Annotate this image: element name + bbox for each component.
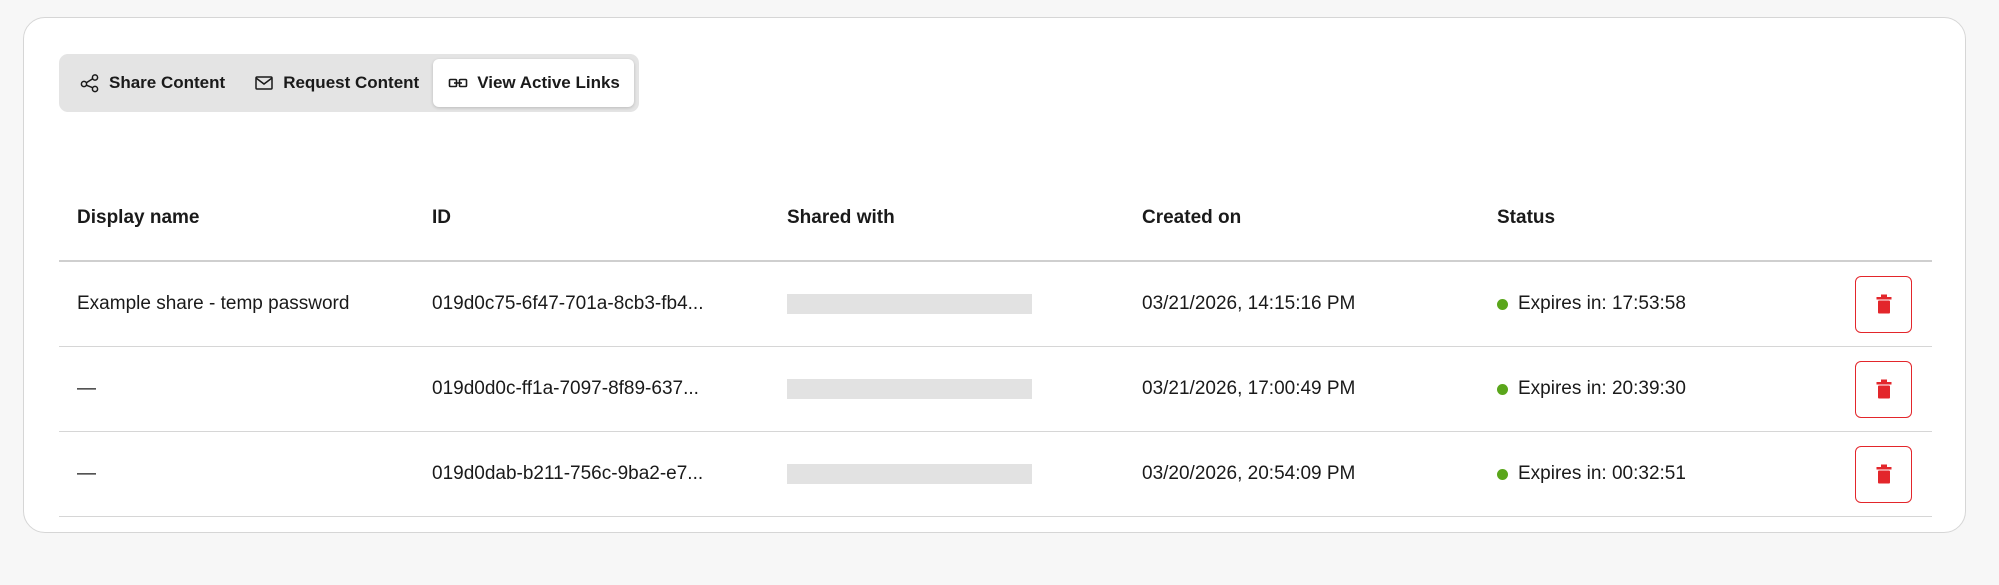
id-cell: 019d0dab-b211-756c-9ba2-e7...	[414, 431, 769, 517]
status-cell: Expires in: 17:53:58	[1479, 261, 1932, 347]
delete-button[interactable]	[1855, 360, 1912, 418]
id-cell: 019d0d0c-ff1a-7097-8f89-637...	[414, 346, 769, 432]
created-on-cell: 03/21/2026, 17:00:49 PM	[1124, 346, 1479, 432]
table-header-row: Display name ID Shared with Created on S…	[59, 176, 1932, 262]
shared-with-cell	[769, 261, 1124, 347]
mail-icon	[253, 72, 275, 94]
status-text: Expires in: 00:32:51	[1518, 463, 1686, 484]
created-on-cell: 03/20/2026, 20:54:09 PM	[1124, 431, 1479, 517]
trash-icon	[1876, 294, 1891, 314]
column-header-created-on: Created on	[1124, 176, 1479, 262]
tab-view-active-links[interactable]: View Active Links	[433, 59, 634, 107]
tab-bar: Share Content Request Content View Activ…	[59, 54, 639, 112]
column-header-status: Status	[1479, 176, 1932, 262]
column-header-shared-with: Shared with	[769, 176, 1124, 262]
status-text: Expires in: 20:39:30	[1518, 378, 1686, 399]
status-dot-icon	[1497, 298, 1508, 310]
status-dot-icon	[1497, 468, 1508, 480]
display-name-cell: —	[59, 346, 414, 432]
delete-button[interactable]	[1855, 445, 1912, 503]
active-links-table: Display name ID Shared with Created on S…	[59, 176, 1932, 517]
delete-button[interactable]	[1855, 275, 1912, 333]
shared-with-cell	[769, 346, 1124, 432]
column-header-id: ID	[414, 176, 769, 262]
status-cell: Expires in: 20:39:30	[1479, 346, 1932, 432]
tab-request-content[interactable]: Request Content	[239, 59, 433, 107]
column-header-display-name: Display name	[59, 176, 414, 262]
share-icon	[79, 72, 101, 94]
tab-request-content-label: Request Content	[283, 73, 420, 92]
table-row: — 019d0d0c-ff1a-7097-8f89-637... 03/21/2…	[59, 346, 1932, 432]
active-links-card: Share Content Request Content View Activ…	[23, 17, 1966, 533]
display-name-cell: —	[59, 431, 414, 517]
status-text: Expires in: 17:53:58	[1518, 293, 1686, 314]
table-row: — 019d0dab-b211-756c-9ba2-e7... 03/20/20…	[59, 431, 1932, 517]
trash-icon	[1876, 379, 1891, 399]
tab-view-active-links-label: View Active Links	[477, 73, 620, 92]
tab-share-content[interactable]: Share Content	[65, 59, 239, 107]
redacted-block	[787, 293, 1032, 314]
trash-icon	[1876, 464, 1891, 484]
status-cell: Expires in: 00:32:51	[1479, 431, 1932, 517]
created-on-cell: 03/21/2026, 14:15:16 PM	[1124, 261, 1479, 347]
status-dot-icon	[1497, 383, 1508, 395]
id-cell: 019d0c75-6f47-701a-8cb3-fb4...	[414, 261, 769, 347]
redacted-block	[787, 463, 1032, 484]
tab-share-content-label: Share Content	[109, 73, 226, 92]
shared-with-cell	[769, 431, 1124, 517]
redacted-block	[787, 378, 1032, 399]
link-icon	[447, 72, 469, 94]
table-row: Example share - temp password 019d0c75-6…	[59, 261, 1932, 347]
display-name-cell: Example share - temp password	[59, 261, 414, 347]
